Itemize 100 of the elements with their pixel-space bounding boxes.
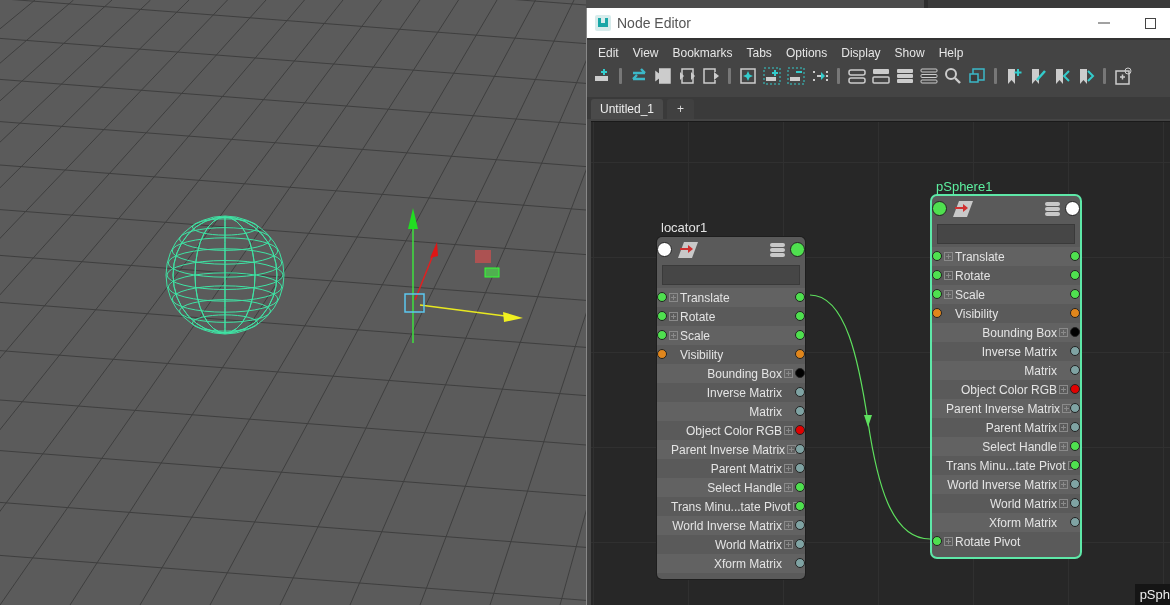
add-tab-button[interactable]: + <box>667 99 695 119</box>
port-dot[interactable] <box>1070 460 1080 470</box>
port-dot[interactable] <box>795 311 805 321</box>
port-dot[interactable] <box>795 558 805 568</box>
menu-icon[interactable] <box>770 243 785 257</box>
rows-layout-icon[interactable] <box>896 67 914 85</box>
port-dot[interactable] <box>795 520 805 530</box>
port-dot[interactable] <box>1070 479 1080 489</box>
attribute-label: Rotate <box>955 268 991 283</box>
bookmark-next-icon[interactable] <box>1077 67 1095 85</box>
bookmark-add-icon[interactable] <box>1005 67 1023 85</box>
port-dot[interactable] <box>1070 441 1080 451</box>
menu-item[interactable]: Help <box>931 46 971 60</box>
node-card[interactable] <box>932 196 1080 557</box>
port-dot[interactable] <box>1070 327 1080 337</box>
port-dot[interactable] <box>1070 517 1080 527</box>
attribute-label: Scale <box>680 328 711 343</box>
port-dot[interactable] <box>795 463 805 473</box>
port-dot[interactable] <box>795 368 805 378</box>
frame-all-icon[interactable] <box>739 67 757 85</box>
attribute-label: Translate <box>680 290 730 305</box>
attribute-label: Trans Minu...tate Pivot <box>946 458 1066 473</box>
port-dot[interactable] <box>657 242 672 257</box>
port-dot[interactable] <box>932 536 942 546</box>
attribute-label: Object Color RGB <box>960 382 1057 397</box>
filter-field[interactable] <box>662 265 800 285</box>
attribute-label: Parent Matrix <box>985 420 1057 435</box>
port-dot[interactable] <box>1065 201 1080 216</box>
menu-item[interactable]: Edit <box>591 46 626 60</box>
port-dot[interactable] <box>795 387 805 397</box>
rows-layout-icon[interactable] <box>848 67 866 85</box>
port-dot[interactable] <box>795 330 805 340</box>
port-dot[interactable] <box>1070 308 1080 318</box>
attribute-label: Xform Matrix <box>989 515 1057 530</box>
port-dot[interactable] <box>657 349 667 359</box>
menu-item[interactable]: Tabs <box>739 46 779 60</box>
menu-item[interactable]: Options <box>778 46 835 60</box>
attribute-label: World Matrix <box>989 496 1057 511</box>
attribute-label: Bounding Box <box>982 325 1057 340</box>
port-dot[interactable] <box>795 501 805 511</box>
port-dot[interactable] <box>657 311 667 321</box>
maximize-icon[interactable] <box>1144 17 1156 29</box>
overlap-squares-icon[interactable] <box>968 67 986 85</box>
editor-tab[interactable]: Untitled_1 <box>591 99 664 119</box>
port-dot[interactable] <box>1070 498 1080 508</box>
attribute-label: Translate <box>955 249 1005 264</box>
add-selected-icon[interactable] <box>763 67 781 85</box>
port-dot[interactable] <box>790 242 805 257</box>
menu-icon[interactable] <box>1045 202 1060 216</box>
port-dot[interactable] <box>1070 422 1080 432</box>
port-dot[interactable] <box>932 270 942 280</box>
port-dot[interactable] <box>795 406 805 416</box>
attribute-label: Visibility <box>680 347 724 362</box>
filter-field[interactable] <box>937 224 1075 244</box>
port-dot[interactable] <box>932 251 942 261</box>
port-dot[interactable] <box>1070 251 1080 261</box>
app-logo-icon <box>595 15 611 31</box>
port-dot[interactable] <box>1070 270 1080 280</box>
bookmark-edit-icon[interactable] <box>1029 67 1047 85</box>
remove-selected-icon[interactable] <box>787 67 805 85</box>
frame-both-icon[interactable] <box>678 67 696 85</box>
menu-item[interactable]: View <box>625 46 666 60</box>
port-dot[interactable] <box>1070 289 1080 299</box>
rows-layout-icon[interactable] <box>872 67 890 85</box>
menu-item[interactable]: Bookmarks <box>665 46 740 60</box>
port-dot[interactable] <box>795 482 805 492</box>
window-title: Node Editor <box>617 15 691 31</box>
node-card[interactable] <box>657 237 805 579</box>
port-dot[interactable] <box>795 444 805 454</box>
attribute-label: Inverse Matrix <box>706 385 782 400</box>
attribute-label: Matrix <box>749 404 782 419</box>
attribute-label: Parent Inverse Matrix <box>946 401 1061 416</box>
port-dot[interactable] <box>657 292 667 302</box>
menu-item[interactable]: Show <box>887 46 932 60</box>
menu-item[interactable]: Display <box>834 46 888 60</box>
rows-layout-icon[interactable] <box>920 67 938 85</box>
port-dot[interactable] <box>795 349 805 359</box>
attribute-label: Bounding Box <box>707 366 782 381</box>
port-dot[interactable] <box>795 539 805 549</box>
attribute-label: Rotate Pivot <box>955 534 1021 549</box>
port-dot[interactable] <box>1070 403 1080 413</box>
port-dot[interactable] <box>932 308 942 318</box>
attribute-label: World Matrix <box>714 537 782 552</box>
attribute-label: Select Handle <box>707 480 782 495</box>
frame-out-icon[interactable] <box>702 67 720 85</box>
attribute-label: Select Handle <box>982 439 1057 454</box>
port-dot[interactable] <box>932 289 942 299</box>
port-dot[interactable] <box>1070 384 1080 394</box>
expand-icon[interactable] <box>1062 404 1072 413</box>
node-grid-icon[interactable] <box>1114 67 1132 85</box>
port-dot[interactable] <box>1070 346 1080 356</box>
search-icon[interactable] <box>944 67 962 85</box>
port-dot[interactable] <box>795 425 805 435</box>
port-dot[interactable] <box>657 330 667 340</box>
frame-in-icon[interactable] <box>654 67 672 85</box>
expand-icon[interactable] <box>787 445 797 454</box>
bookmark-previous-icon[interactable] <box>1053 67 1071 85</box>
port-dot[interactable] <box>932 201 947 216</box>
port-dot[interactable] <box>1070 365 1080 375</box>
port-dot[interactable] <box>795 292 805 302</box>
